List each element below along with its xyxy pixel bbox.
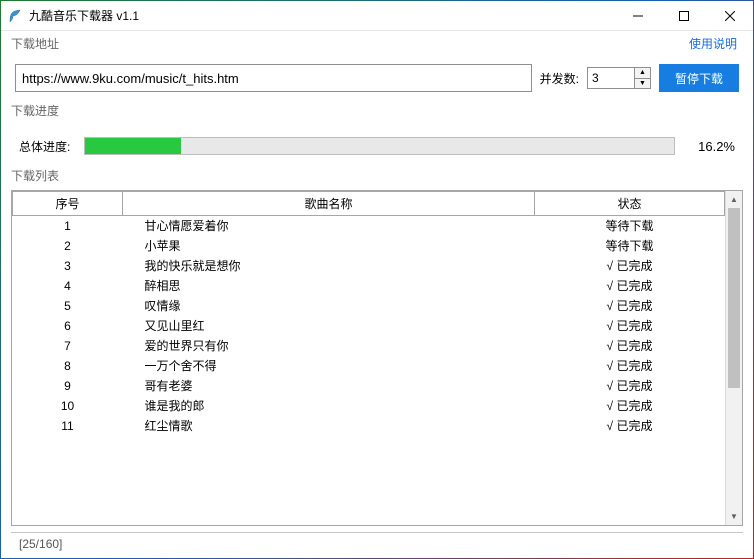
download-table: 序号 歌曲名称 状态 1甘心情愿爱着你等待下载2小苹果等待下载3我的快乐就是想你…	[12, 191, 725, 436]
table-row[interactable]: 2小苹果等待下载	[13, 236, 725, 256]
cell-status: √ 已完成	[535, 396, 725, 416]
cell-index: 6	[13, 316, 123, 336]
concurrency-input[interactable]	[587, 67, 635, 89]
cell-name: 谁是我的郎	[123, 396, 535, 416]
cell-status: √ 已完成	[535, 356, 725, 376]
cell-index: 2	[13, 236, 123, 256]
table-row[interactable]: 5叹情缘√ 已完成	[13, 296, 725, 316]
cell-index: 4	[13, 276, 123, 296]
cell-status: √ 已完成	[535, 416, 725, 436]
cell-name: 我的快乐就是想你	[123, 256, 535, 276]
concurrency-spinner[interactable]: ▲ ▼	[587, 67, 651, 89]
window-controls	[615, 1, 753, 31]
table-row[interactable]: 6又见山里红√ 已完成	[13, 316, 725, 336]
scroll-thumb[interactable]	[728, 208, 740, 388]
col-header-index[interactable]: 序号	[13, 192, 123, 216]
cell-index: 7	[13, 336, 123, 356]
cell-name: 爱的世界只有你	[123, 336, 535, 356]
status-text: [25/160]	[19, 537, 62, 551]
cell-index: 5	[13, 296, 123, 316]
cell-name: 哥有老婆	[123, 376, 535, 396]
address-group: 下载地址 使用说明 并发数: ▲ ▼ 暂停下载	[11, 35, 743, 96]
cell-index: 8	[13, 356, 123, 376]
col-header-name[interactable]: 歌曲名称	[123, 192, 535, 216]
scroll-up-icon[interactable]: ▲	[726, 191, 742, 208]
progress-percent: 16.2%	[689, 139, 735, 154]
minimize-button[interactable]	[615, 1, 661, 31]
cell-status: √ 已完成	[535, 256, 725, 276]
cell-status: √ 已完成	[535, 376, 725, 396]
cell-name: 醉相思	[123, 276, 535, 296]
app-icon	[7, 8, 23, 24]
titlebar: 九酷音乐下载器 v1.1	[1, 1, 753, 31]
list-scrollbar[interactable]: ▲ ▼	[725, 191, 742, 525]
cell-index: 10	[13, 396, 123, 416]
cell-name: 甘心情愿爱着你	[123, 216, 535, 236]
overall-progress-label: 总体进度:	[19, 138, 70, 155]
table-row[interactable]: 1甘心情愿爱着你等待下载	[13, 216, 725, 236]
cell-status: √ 已完成	[535, 336, 725, 356]
help-link[interactable]: 使用说明	[689, 35, 737, 52]
download-list-group: 下载列表 序号 歌曲名称 状态 1甘心情愿爱着你等待下载2小苹果等待下载3我的快…	[11, 167, 743, 526]
cell-status: 等待下载	[535, 236, 725, 256]
scroll-down-icon[interactable]: ▼	[726, 508, 742, 525]
table-row[interactable]: 3我的快乐就是想你√ 已完成	[13, 256, 725, 276]
table-row[interactable]: 4醉相思√ 已完成	[13, 276, 725, 296]
address-group-label: 下载地址	[11, 35, 743, 52]
cell-status: √ 已完成	[535, 276, 725, 296]
progress-bar	[84, 137, 675, 155]
cell-name: 小苹果	[123, 236, 535, 256]
cell-status: √ 已完成	[535, 296, 725, 316]
progress-fill	[85, 138, 180, 154]
cell-name: 叹情缘	[123, 296, 535, 316]
window-title: 九酷音乐下载器 v1.1	[29, 7, 139, 24]
cell-index: 1	[13, 216, 123, 236]
table-row[interactable]: 8一万个舍不得√ 已完成	[13, 356, 725, 376]
cell-index: 3	[13, 256, 123, 276]
table-row[interactable]: 10谁是我的郎√ 已完成	[13, 396, 725, 416]
table-row[interactable]: 9哥有老婆√ 已完成	[13, 376, 725, 396]
concurrency-label: 并发数:	[540, 70, 579, 87]
pause-download-button[interactable]: 暂停下载	[659, 64, 739, 92]
progress-group: 下载进度 总体进度: 16.2%	[11, 102, 743, 165]
statusbar: [25/160]	[11, 532, 743, 554]
table-row[interactable]: 7爱的世界只有你√ 已完成	[13, 336, 725, 356]
cell-index: 9	[13, 376, 123, 396]
cell-status: √ 已完成	[535, 316, 725, 336]
cell-name: 又见山里红	[123, 316, 535, 336]
spinner-down-icon[interactable]: ▼	[635, 79, 650, 89]
progress-group-label: 下载进度	[11, 102, 743, 119]
col-header-status[interactable]: 状态	[535, 192, 725, 216]
table-row[interactable]: 11红尘情歌√ 已完成	[13, 416, 725, 436]
spinner-up-icon[interactable]: ▲	[635, 68, 650, 79]
cell-name: 一万个舍不得	[123, 356, 535, 376]
cell-status: 等待下载	[535, 216, 725, 236]
close-button[interactable]	[707, 1, 753, 31]
cell-index: 11	[13, 416, 123, 436]
cell-name: 红尘情歌	[123, 416, 535, 436]
maximize-button[interactable]	[661, 1, 707, 31]
download-list-label: 下载列表	[11, 167, 743, 184]
url-input[interactable]	[15, 64, 532, 92]
